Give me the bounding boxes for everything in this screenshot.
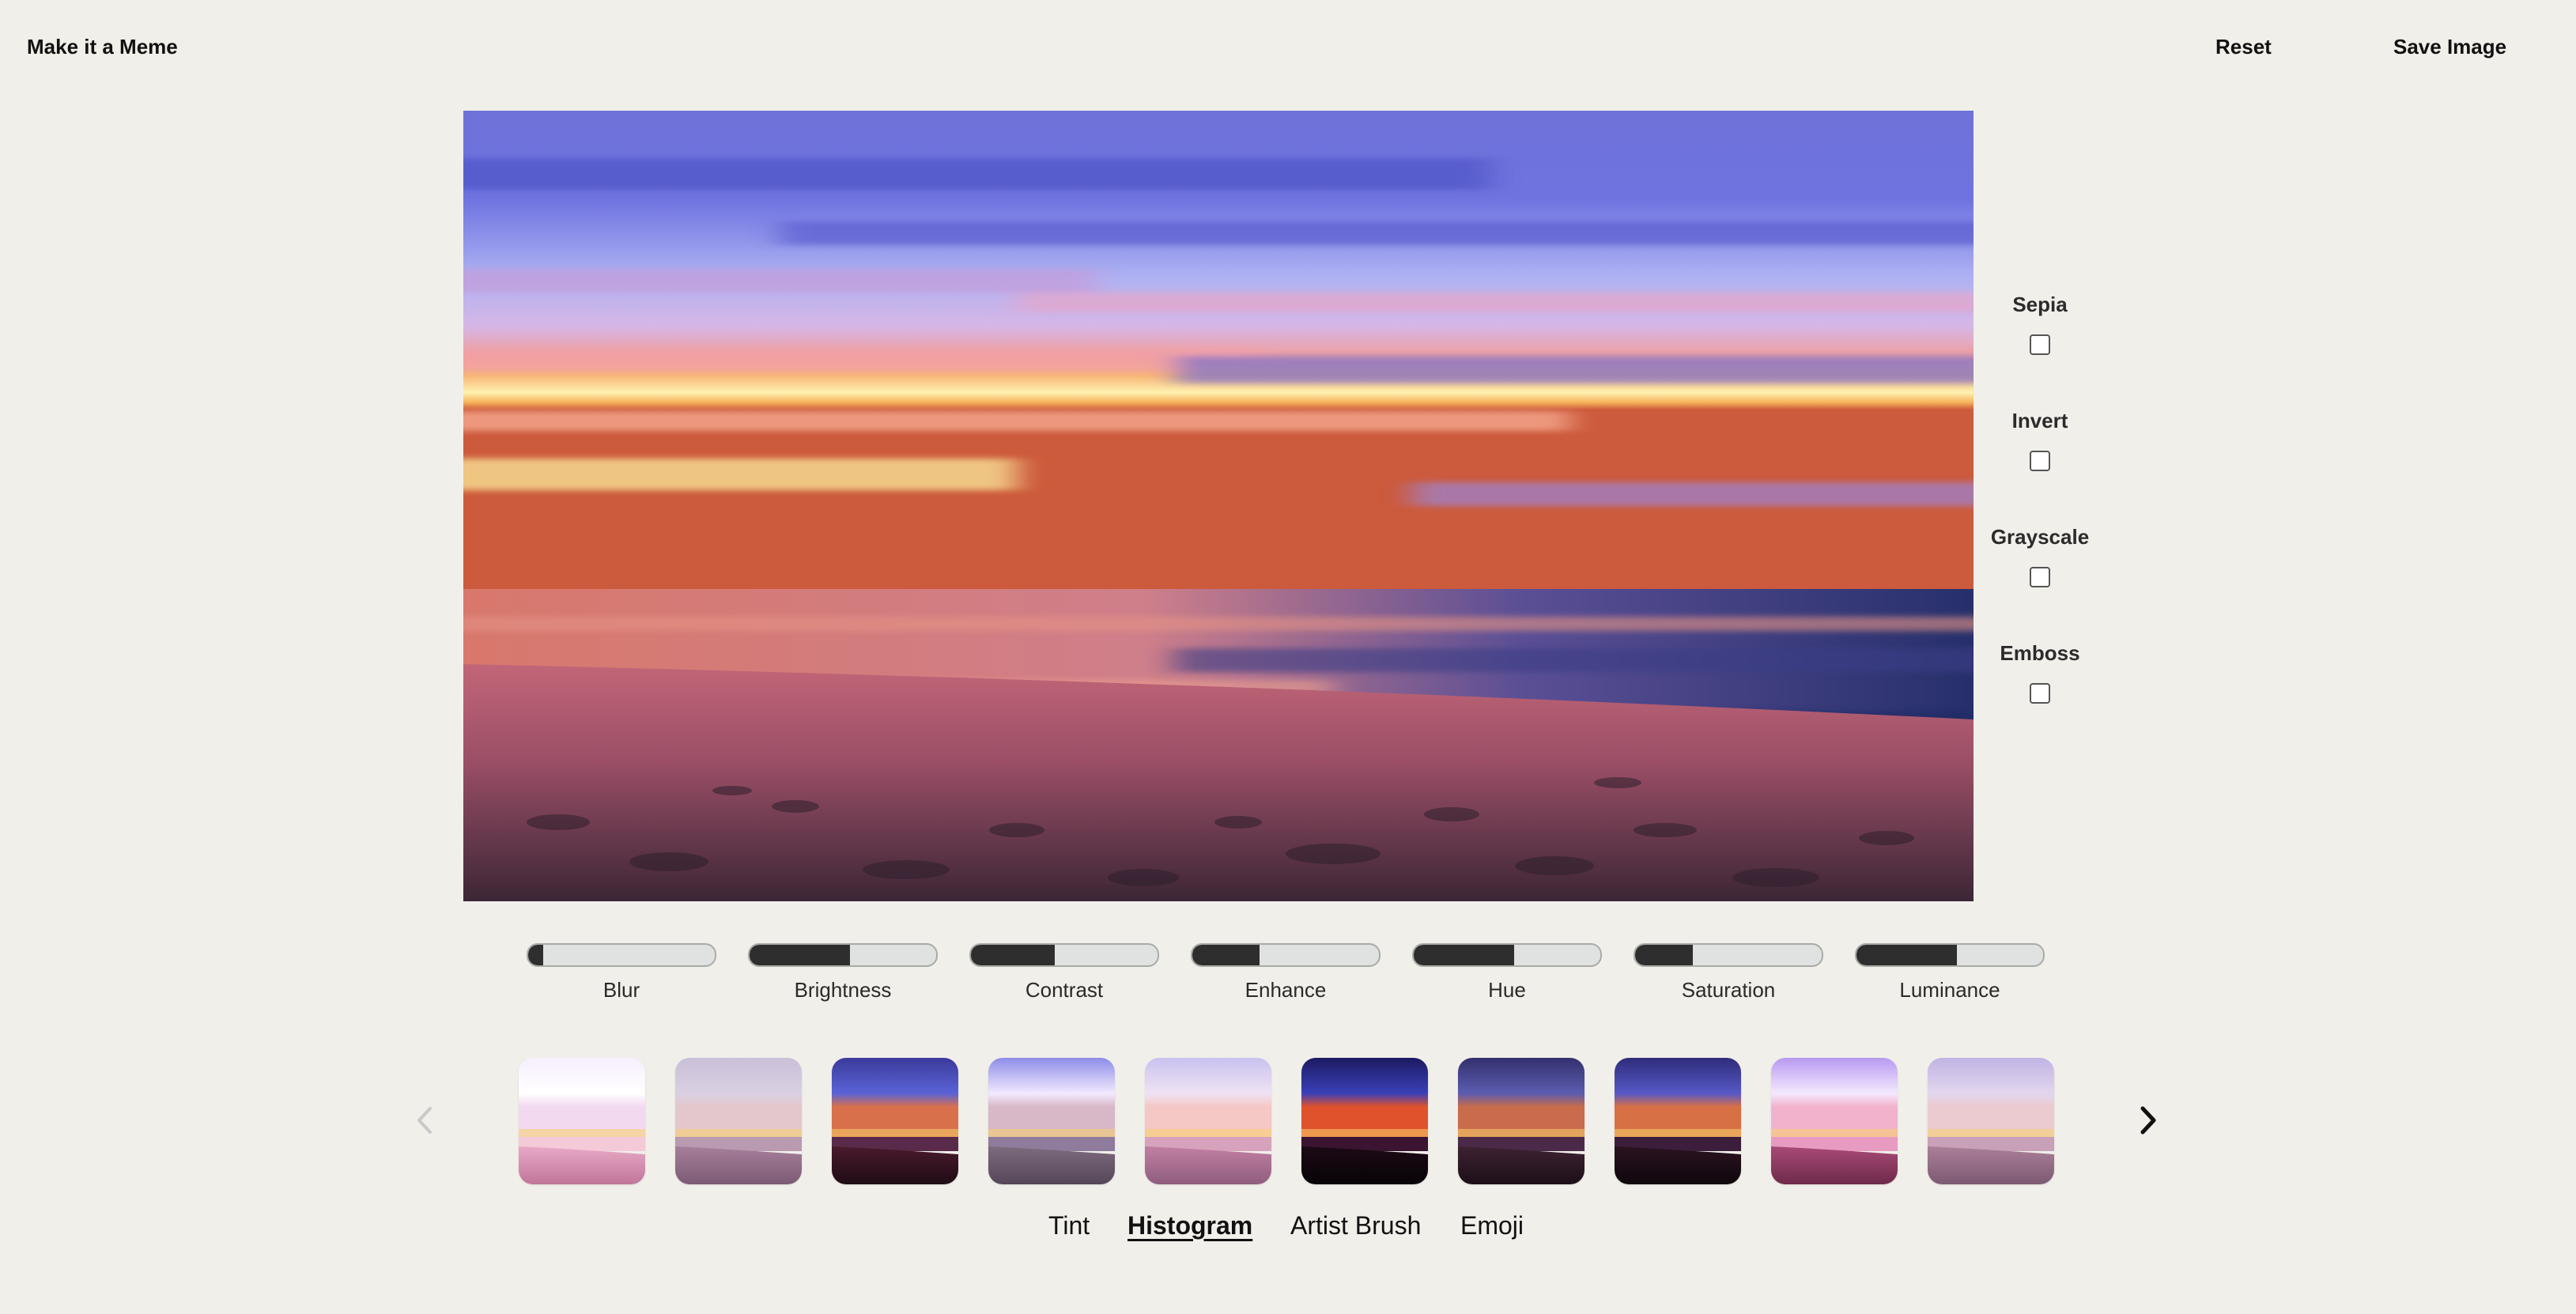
slider-contrast: Contrast xyxy=(969,943,1159,1002)
effect-label: Grayscale xyxy=(1990,525,2090,549)
effect-label: Invert xyxy=(2011,409,2068,432)
filter-thumbnail[interactable] xyxy=(675,1058,802,1184)
slider-label: Luminance xyxy=(1899,978,2000,1002)
filter-thumbnail[interactable] xyxy=(1145,1058,1271,1184)
chevron-left-icon xyxy=(417,1107,432,1134)
enhance-slider[interactable] xyxy=(1191,943,1381,967)
reset-button[interactable]: Reset xyxy=(2215,35,2272,59)
thumbnail-image xyxy=(675,1058,802,1184)
slider-label: Enhance xyxy=(1245,978,1327,1002)
contrast-slider[interactable] xyxy=(969,943,1159,967)
grayscale-checkbox[interactable] xyxy=(2030,567,2050,587)
thumbnail-image xyxy=(1615,1058,1741,1184)
slider-hue: Hue xyxy=(1412,943,1602,1002)
invert-checkbox[interactable] xyxy=(2030,451,2050,471)
app-title[interactable]: Make it a Meme xyxy=(27,35,178,59)
thumbnail-image xyxy=(832,1058,958,1184)
slider-fill xyxy=(528,945,543,965)
effect-label: Sepia xyxy=(2012,293,2068,316)
tab-emoji[interactable]: Emoji xyxy=(1460,1211,1524,1240)
effect-grayscale: Grayscale xyxy=(1977,525,2103,587)
thumbnail-image xyxy=(519,1058,645,1184)
thumbnail-image xyxy=(988,1058,1115,1184)
slider-fill xyxy=(1414,945,1515,965)
slider-luminance: Luminance xyxy=(1855,943,2045,1002)
slider-label: Contrast xyxy=(1025,978,1104,1002)
filter-thumbnail[interactable] xyxy=(519,1058,645,1184)
slider-label: Brightness xyxy=(794,978,892,1002)
slider-enhance: Enhance xyxy=(1191,943,1381,1002)
effect-sepia: Sepia xyxy=(1977,293,2103,355)
thumbnail-image xyxy=(1145,1058,1271,1184)
sunset-beach-image xyxy=(463,111,1974,901)
tab-artist-brush[interactable]: Artist Brush xyxy=(1290,1211,1421,1240)
effect-invert: Invert xyxy=(1977,409,2103,471)
filter-thumbnail[interactable] xyxy=(1771,1058,1898,1184)
chevron-right-icon xyxy=(2140,1106,2156,1135)
slider-fill xyxy=(1192,945,1260,965)
slider-fill xyxy=(1635,945,1694,965)
filter-thumbnails xyxy=(519,1058,2056,1184)
sepia-checkbox[interactable] xyxy=(2030,334,2050,355)
adjustment-sliders: Blur Brightness Contrast Enhance Hue Sat… xyxy=(527,943,2049,1006)
carousel-prev-button[interactable] xyxy=(410,1104,441,1137)
tab-histogram[interactable]: Histogram xyxy=(1127,1211,1252,1240)
filter-thumbnail[interactable] xyxy=(832,1058,958,1184)
slider-blur: Blur xyxy=(527,943,716,1002)
carousel-next-button[interactable] xyxy=(2132,1104,2163,1137)
thumbnail-image xyxy=(1771,1058,1898,1184)
tab-tint[interactable]: Tint xyxy=(1048,1211,1090,1240)
filter-thumbnail[interactable] xyxy=(1458,1058,1585,1184)
saturation-slider[interactable] xyxy=(1634,943,1823,967)
hue-slider[interactable] xyxy=(1412,943,1602,967)
thumbnail-image xyxy=(1458,1058,1585,1184)
effect-label: Emboss xyxy=(2000,641,2080,665)
filter-thumbnail[interactable] xyxy=(1301,1058,1428,1184)
slider-saturation: Saturation xyxy=(1634,943,1823,1002)
slider-fill xyxy=(971,945,1056,965)
filter-thumbnail[interactable] xyxy=(1928,1058,2054,1184)
slider-fill xyxy=(750,945,851,965)
thumbnail-image xyxy=(1928,1058,2054,1184)
slider-label: Hue xyxy=(1488,978,1526,1002)
slider-label: Saturation xyxy=(1681,978,1776,1002)
slider-label: Blur xyxy=(602,978,640,1002)
brightness-slider[interactable] xyxy=(748,943,938,967)
filter-thumbnail[interactable] xyxy=(988,1058,1115,1184)
blur-slider[interactable] xyxy=(527,943,716,967)
emboss-checkbox[interactable] xyxy=(2030,683,2050,704)
slider-fill xyxy=(1856,945,1958,965)
thumbnail-image xyxy=(1301,1058,1428,1184)
image-canvas[interactable] xyxy=(463,111,1974,901)
save-image-button[interactable]: Save Image xyxy=(2393,35,2506,59)
effect-emboss: Emboss xyxy=(1977,641,2103,704)
luminance-slider[interactable] xyxy=(1855,943,2045,967)
tool-tabs: Tint Histogram Artist Brush Emoji xyxy=(0,1211,2576,1243)
filter-thumbnail[interactable] xyxy=(1615,1058,1741,1184)
slider-brightness: Brightness xyxy=(748,943,938,1002)
